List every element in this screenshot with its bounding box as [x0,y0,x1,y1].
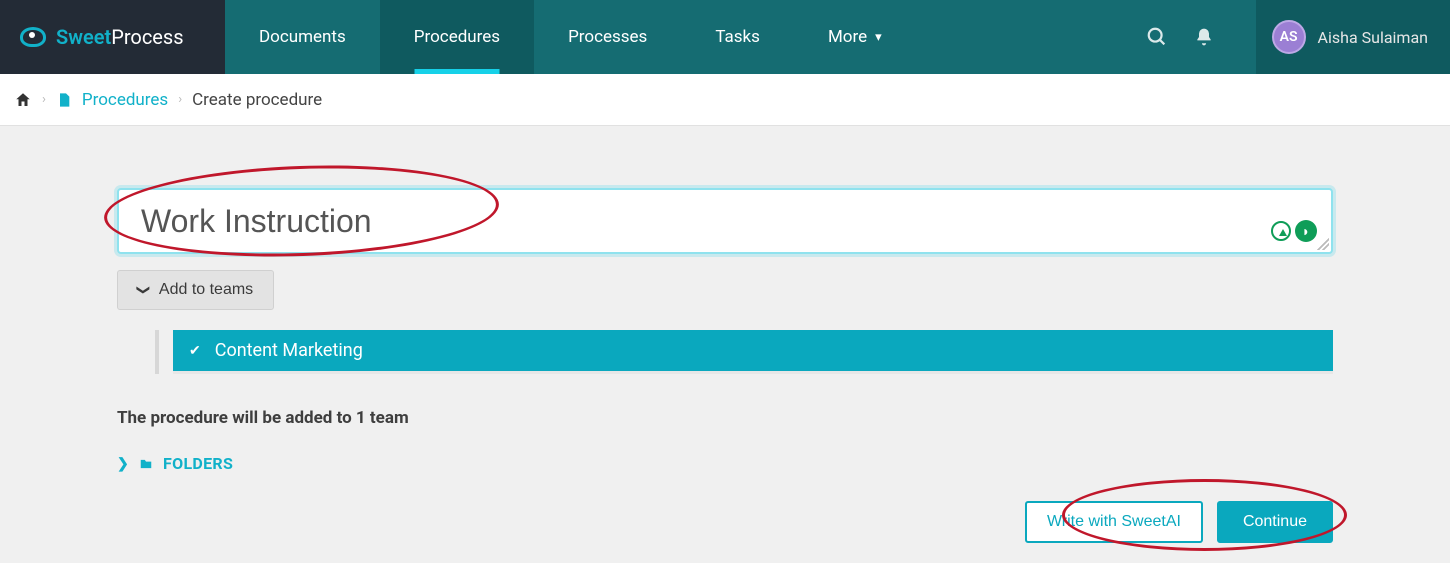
folders-toggle[interactable]: ❯ FOLDERS [117,454,233,473]
breadcrumb-separator: › [178,92,182,107]
avatar-initials: AS [1280,29,1298,45]
nav-more[interactable]: More ▾ [794,0,916,74]
nav-documents-label: Documents [259,27,346,47]
breadcrumb: › Procedures › Create procedure [0,74,1450,126]
folder-icon [137,457,155,471]
breadcrumb-procedures[interactable]: Procedures [82,90,168,110]
top-nav: SweetProcess Documents Procedures Proces… [0,0,1450,74]
logo-icon [20,27,46,47]
nav-procedures[interactable]: Procedures [380,0,534,74]
continue-button[interactable]: Continue [1217,501,1333,543]
team-label: Content Marketing [215,340,363,361]
procedure-title-field[interactable]: ◗ [117,188,1333,254]
write-with-sweetai-button[interactable]: Write with SweetAI [1025,501,1203,543]
page-content: ◗ ❯ Add to teams .add-teams-btn .chev-do… [0,126,1450,543]
nav-more-label: More [828,27,867,47]
nav-documents[interactable]: Documents [225,0,380,74]
nav-tasks[interactable]: Tasks [681,0,794,74]
action-row: Write with SweetAI Continue [117,501,1333,543]
avatar: AS [1272,20,1306,54]
grammarly-status-icon: ◗ [1295,220,1317,242]
breadcrumb-current: Create procedure [192,90,322,110]
nav-processes-label: Processes [568,27,647,47]
chevron-down-icon: ❯ [135,285,151,296]
team-row[interactable]: ✔ Content Marketing [173,330,1333,374]
logo-text: SweetProcess [56,25,184,49]
teams-list: ✔ Content Marketing [155,330,1333,374]
grammarly-widget[interactable]: ◗ [1271,220,1317,242]
brand-logo[interactable]: SweetProcess [0,0,225,74]
add-to-teams-button[interactable]: ❯ Add to teams [117,270,274,310]
user-name: Aisha Sulaiman [1318,28,1428,47]
resize-handle-icon[interactable] [1317,238,1329,250]
search-icon[interactable] [1146,26,1168,48]
document-icon [56,91,72,109]
add-to-teams-label: Add to teams [159,281,253,299]
grammarly-upload-icon [1271,221,1291,241]
nav-procedures-label: Procedures [414,27,500,47]
nav-right: AS Aisha Sulaiman [1146,0,1450,74]
procedure-title-input[interactable] [141,203,1241,240]
bell-icon[interactable] [1194,26,1214,48]
chevron-down-icon: ▾ [875,30,882,45]
nav-links: Documents Procedures Processes Tasks Mor… [225,0,916,74]
check-icon: ✔ [189,343,201,359]
folders-label: FOLDERS [163,454,233,473]
breadcrumb-separator: › [42,92,46,107]
nav-tasks-label: Tasks [715,27,760,47]
logo-text-left: Sweet [56,25,111,49]
logo-text-right: Process [111,25,183,49]
user-menu[interactable]: AS Aisha Sulaiman [1256,0,1450,74]
create-procedure-form: ◗ ❯ Add to teams .add-teams-btn .chev-do… [117,188,1333,543]
chevron-right-icon: ❯ [117,456,129,472]
home-icon[interactable] [14,91,32,109]
team-count-summary: The procedure will be added to 1 team [117,408,1333,428]
nav-processes[interactable]: Processes [534,0,681,74]
